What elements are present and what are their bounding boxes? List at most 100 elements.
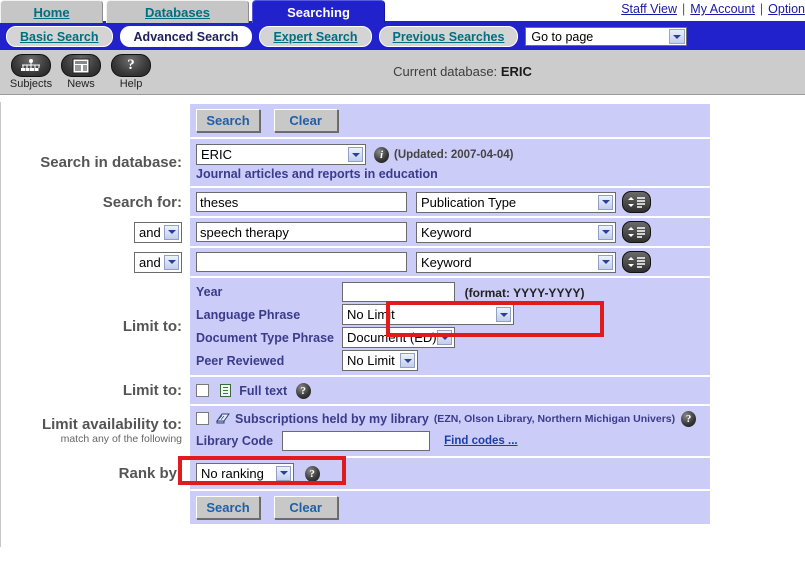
tab-searching[interactable]: Searching [252,0,385,23]
document-type-phrase-value: Document (ED) [347,330,437,345]
language-phrase-value: No Limit [347,307,395,322]
subscriptions-line: Subscriptions held by my library (EZN, O… [196,410,704,427]
expand-index-button-3[interactable] [622,251,651,273]
search-field-select-2[interactable]: Keyword [416,221,616,243]
search-field-value-1: Publication Type [421,194,517,210]
subscriptions-checkbox[interactable] [196,412,209,426]
search-field-select-1[interactable]: Publication Type [416,191,616,213]
help-icon[interactable]: ? [304,466,320,483]
search-button-top[interactable]: Search [196,109,260,132]
link-separator-2: | [759,2,764,16]
search-button-bottom[interactable]: Search [196,495,260,519]
rank-by-select[interactable]: No ranking [196,462,294,484]
chevron-down-icon [598,194,613,210]
top-actions-row: Search Clear [4,104,710,137]
search-row-3: and Keyword [4,248,710,276]
link-separator-1: | [682,2,686,16]
chevron-down-icon [400,353,416,368]
library-code-line: Library Code Find codes ... [196,430,704,451]
database-row: Search in database: ERIC i (Updated: 200… [4,139,710,186]
operator-value-3: and [139,254,161,270]
nav-basic-search[interactable]: Basic Search [6,26,113,47]
search-row-3-operator-cell: and [4,248,190,276]
nav-advanced-search[interactable]: Advanced Search [119,26,253,47]
chevron-down-icon [437,330,453,345]
search-mode-navbar: Basic Search Advanced Search Expert Sear… [0,23,805,50]
search-field-value-3: Keyword [421,254,472,270]
availability-row: Limit availability to: match any of the … [4,405,710,456]
peer-reviewed-select[interactable]: No Limit [342,350,419,371]
library-code-input[interactable] [282,430,431,451]
top-actions-panel: Search Clear [190,104,710,137]
library-code-label: Library Code [196,433,274,448]
database-description: Journal articles and reports in educatio… [196,167,438,181]
nav-previous-searches[interactable]: Previous Searches [378,26,519,47]
expand-index-button-1[interactable] [622,191,651,213]
nav-expert-search[interactable]: Expert Search [259,26,372,47]
limit-peer-reviewed-row: Peer Reviewed No Limit [196,349,584,372]
goto-page-select[interactable]: Go to page [525,27,688,46]
info-icon[interactable]: i [374,146,389,163]
help-icon[interactable]: ? [681,410,697,427]
limits-row-label: Limit to: [122,318,182,335]
operator-select-2[interactable]: and [134,221,182,243]
search-row-1-controls: Publication Type [196,191,704,213]
search-form-table: Search Clear Search in database: ERIC i … [4,102,710,526]
chevron-down-icon [496,307,512,322]
tab-databases[interactable]: Databases [106,0,249,23]
chevron-down-icon [276,465,291,481]
year-input[interactable] [342,282,456,302]
clear-button-top[interactable]: Clear [273,109,338,132]
link-my-account[interactable]: My Account [690,2,755,16]
limit-doctype-row: Document Type Phrase Document (ED) [196,326,584,349]
chevron-down-icon [598,254,613,270]
clear-button-bottom[interactable]: Clear [273,495,338,519]
language-phrase-select[interactable]: No Limit [342,304,515,325]
rank-by-row: Rank by: No ranking ? [4,457,710,489]
library-icon [216,412,230,425]
limit-peer-reviewed-cell: No Limit [342,349,584,372]
operator-select-3[interactable]: and [134,251,182,273]
advanced-search-form: Search Clear Search in database: ERIC i … [0,102,805,547]
main-tabs: Home Databases Searching [0,0,388,23]
chevron-down-icon [164,254,179,270]
database-select[interactable]: ERIC [196,144,366,165]
toolbar-label-subjects: Subjects [9,78,53,90]
limit-year-label: Year [196,285,223,299]
search-term-input-1[interactable] [196,192,407,212]
search-term-input-3[interactable] [196,252,407,272]
top-actions-spacer [4,104,190,137]
search-term-input-2[interactable] [196,222,407,242]
search-field-select-3[interactable]: Keyword [416,251,616,273]
search-row-3-controls: Keyword [196,251,704,273]
limit-doctype-label: Document Type Phrase [196,330,335,345]
subscriptions-label: Subscriptions held by my library [235,411,429,426]
full-text-row: Limit to: Full text ? [4,377,710,404]
search-field-value-2: Keyword [421,224,472,240]
limit-peer-reviewed-label: Peer Reviewed [196,353,285,368]
link-options[interactable]: Option [768,2,805,16]
database-select-value: ERIC [201,147,233,162]
database-row-label: Search in database: [40,154,182,171]
top-links: Staff View | My Account | Option [621,2,805,16]
rank-by-value: No ranking [201,465,264,481]
tab-home[interactable]: Home [0,0,103,23]
link-staff-view[interactable]: Staff View [621,2,677,16]
chevron-down-icon [164,224,179,240]
search-row-2-controls: Keyword [196,221,704,243]
chevron-down-icon [348,147,363,162]
rank-by-panel: No ranking ? [190,457,710,489]
search-row-3-panel: Keyword [190,248,710,276]
current-database-label: Current database: [393,64,498,79]
help-icon[interactable]: ? [295,382,311,399]
document-type-phrase-select[interactable]: Document (ED) [342,327,456,348]
limit-year-cell: (format: YYYY-YYYY) [342,281,584,303]
expand-index-button-2[interactable] [622,221,651,243]
rank-by-row-label: Rank by: [118,464,182,482]
limit-language-row: Language Phrase No Limit [196,303,584,326]
availability-panel: Subscriptions held by my library (EZN, O… [190,405,710,456]
find-codes-link[interactable]: Find codes ... [444,435,517,447]
chevron-down-icon [669,29,686,44]
full-text-checkbox[interactable] [196,384,209,398]
subscriptions-note: (EZN, Olson Library, Northern Michigan U… [433,412,676,425]
